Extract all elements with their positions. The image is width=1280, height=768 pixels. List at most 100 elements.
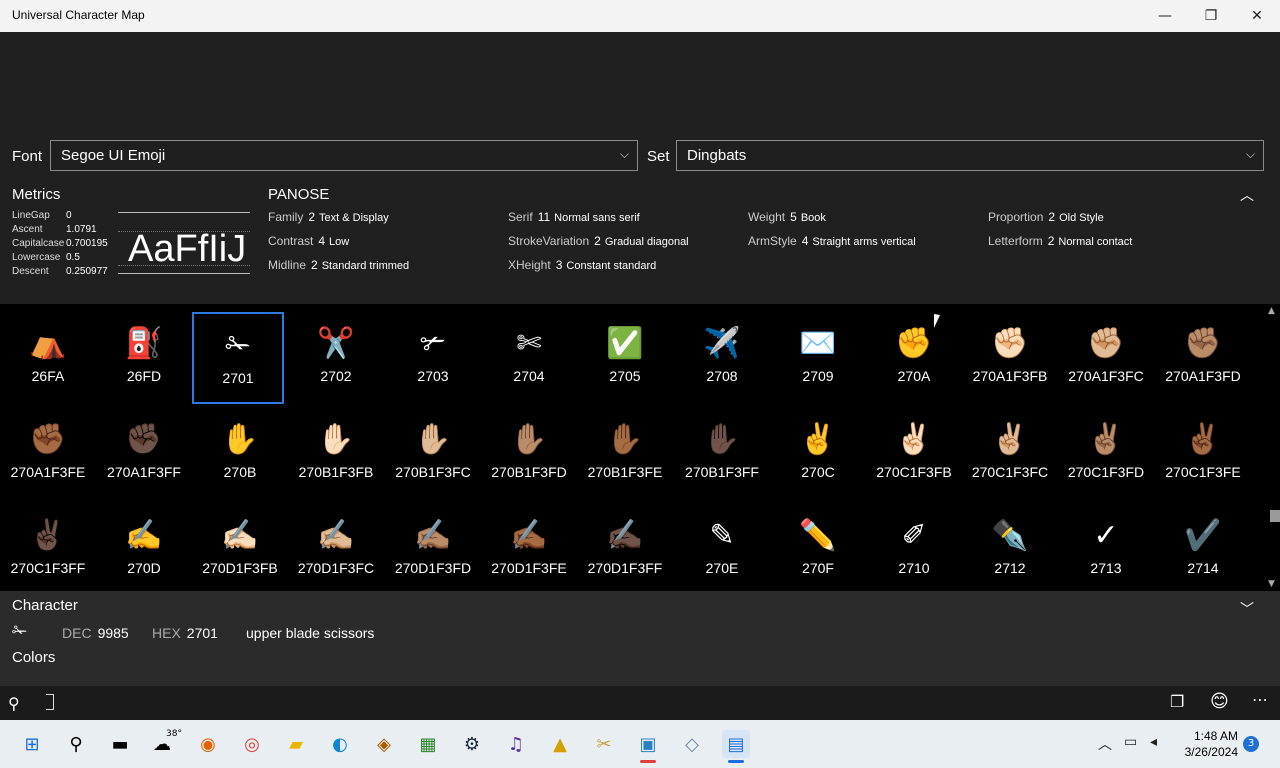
glyph-cell[interactable]: ✋🏾 270B1F3FE bbox=[579, 408, 671, 500]
minimize-button[interactable]: — bbox=[1142, 0, 1188, 32]
character-panel: Character ﹀ ✁ DEC 9985 HEX 2701 upper blad… bbox=[0, 591, 1280, 686]
charmap-app-icon[interactable]: ▤ bbox=[722, 730, 750, 758]
volume-icon[interactable]: ◂ bbox=[1150, 734, 1157, 750]
glyph: ✍🏾 bbox=[510, 518, 548, 553]
more-icon[interactable]: ⋯ bbox=[1252, 690, 1269, 709]
panose-item: Proportion 2 Old Style bbox=[988, 210, 1104, 224]
set-dropdown[interactable]: Dingbats ⌵ bbox=[676, 140, 1264, 171]
glyph-cell[interactable]: ✌🏿 270C1F3FF bbox=[2, 504, 94, 596]
glyph-cell[interactable]: ✌🏻 270C1F3FB bbox=[868, 408, 960, 500]
tray-chevron-icon[interactable]: ︿ bbox=[1098, 734, 1112, 754]
glyph-cell[interactable]: ✅ 2705 bbox=[579, 312, 671, 404]
file-explorer-icon[interactable]: ▰ bbox=[282, 730, 310, 758]
glyph-hex-label: 270B1F3FE bbox=[587, 464, 663, 480]
taskbar-clock[interactable]: 1:48 AM 3/26/2024 bbox=[1176, 728, 1238, 760]
terminal-app-icon[interactable]: ▦ bbox=[414, 730, 442, 758]
glyph-cell[interactable]: ✋🏼 270B1F3FC bbox=[387, 408, 479, 500]
headphones-icon[interactable]: ♫ bbox=[502, 730, 530, 758]
glyph-cell[interactable]: ✈️ 2708 bbox=[676, 312, 768, 404]
glyph-cell[interactable]: ✔️ 2714 bbox=[1157, 504, 1249, 596]
app-triangle-icon[interactable]: ▲ bbox=[546, 730, 574, 758]
glyph-cell[interactable]: ✂️ 2702 bbox=[290, 312, 382, 404]
search-input[interactable] bbox=[46, 694, 54, 710]
glyph-cell[interactable]: ✁ 2701 bbox=[192, 312, 284, 404]
glyph: ✂️ bbox=[317, 326, 355, 361]
panose-item: Weight 5 Book bbox=[748, 210, 826, 224]
metrics-sample-text: AaFfIiJ bbox=[128, 228, 247, 270]
glyph-cell[interactable]: ✌🏼 270C1F3FC bbox=[964, 408, 1056, 500]
glyph-cell[interactable]: ✊ 270A bbox=[868, 312, 960, 404]
glyph-cell[interactable]: ✍️ 270D bbox=[98, 504, 190, 596]
chrome-icon[interactable]: ◎ bbox=[238, 730, 266, 758]
chevron-down-icon[interactable]: ﹀ bbox=[1240, 599, 1254, 619]
steam-icon[interactable]: ⚙ bbox=[458, 730, 486, 758]
map-app-icon[interactable]: ◇ bbox=[678, 730, 706, 758]
glyph-cell[interactable]: ✊🏾 270A1F3FE bbox=[2, 408, 94, 500]
glyph-cell[interactable]: ✎ 270E bbox=[676, 504, 768, 596]
glyph: ✈️ bbox=[703, 326, 741, 361]
panose-item: Contrast 4 Low bbox=[268, 234, 350, 248]
glyph-cell[interactable]: ⛽ 26FD bbox=[98, 312, 190, 404]
glyph-cell[interactable]: ✒️ 2712 bbox=[964, 504, 1056, 596]
glyph-cell[interactable]: ✏️ 270F bbox=[772, 504, 864, 596]
taskbar-search-icon[interactable]: ⚲ bbox=[62, 730, 90, 758]
panose-item: XHeight 3 Constant standard bbox=[508, 258, 657, 272]
glyph-cell[interactable]: ✓ 2713 bbox=[1060, 504, 1152, 596]
metric-row: Ascent 1.0791 bbox=[12, 224, 97, 235]
copy-icon[interactable]: ❐ bbox=[1170, 692, 1184, 711]
notification-badge[interactable]: 3 bbox=[1243, 736, 1259, 752]
network-icon[interactable]: ▭ bbox=[1124, 734, 1137, 750]
character-title: Character bbox=[12, 597, 78, 614]
search-icon[interactable]: ⚲ bbox=[8, 694, 20, 713]
glyph-cell[interactable]: ⛺ 26FA bbox=[2, 312, 94, 404]
monitor-app-icon[interactable]: ▣ bbox=[634, 730, 662, 758]
glyph-hex-label: 270C1F3FD bbox=[1067, 464, 1145, 480]
taskview-icon[interactable]: ▬ bbox=[106, 730, 134, 758]
glyph-cell[interactable]: ✋ 270B bbox=[194, 408, 286, 500]
scroll-up-icon[interactable]: ▲ bbox=[1268, 306, 1275, 316]
glyph-cell[interactable]: ✍🏾 270D1F3FE bbox=[483, 504, 575, 596]
glyph-cell[interactable]: ✊🏻 270A1F3FB bbox=[964, 312, 1056, 404]
eye-app-icon[interactable]: ◈ bbox=[370, 730, 398, 758]
glyph: ✍🏼 bbox=[317, 518, 355, 553]
glyph-cell[interactable]: ✍🏽 270D1F3FD bbox=[387, 504, 479, 596]
glyph-cell[interactable]: ✉️ 2709 bbox=[772, 312, 864, 404]
glyph-cell[interactable]: ✄ 2704 bbox=[483, 312, 575, 404]
glyph-cell[interactable]: ✍🏻 270D1F3FB bbox=[194, 504, 286, 596]
font-dropdown[interactable]: Segoe UI Emoji ⌵ bbox=[50, 140, 638, 171]
glyph-cell[interactable]: ✐ 2710 bbox=[868, 504, 960, 596]
close-button[interactable]: ✕ bbox=[1234, 0, 1280, 32]
grid-scrollbar[interactable]: ▲ ▼ bbox=[1266, 304, 1280, 591]
glyph: ✋ bbox=[221, 422, 259, 457]
colors-label[interactable]: Colors bbox=[12, 649, 55, 666]
glyph-cell[interactable]: ✌️ 270C bbox=[772, 408, 864, 500]
scroll-down-icon[interactable]: ▼ bbox=[1268, 579, 1275, 589]
glyph: ✊🏼 bbox=[1087, 326, 1125, 361]
chevron-up-icon[interactable]: ︿ bbox=[1240, 185, 1254, 205]
glyph-cell[interactable]: ✃ 2703 bbox=[387, 312, 479, 404]
glyph-cell[interactable]: ✌🏾 270C1F3FE bbox=[1157, 408, 1249, 500]
glyph-cell[interactable]: ✌🏽 270C1F3FD bbox=[1060, 408, 1152, 500]
panose-item: ArmStyle 4 Straight arms vertical bbox=[748, 234, 916, 248]
kitchen-app-icon[interactable]: ✂ bbox=[590, 730, 618, 758]
panose-title: PANOSE bbox=[268, 186, 330, 203]
clock-time: 1:48 AM bbox=[1193, 729, 1238, 743]
glyph-cell[interactable]: ✋🏿 270B1F3FF bbox=[676, 408, 768, 500]
firefox-icon[interactable]: ◉ bbox=[194, 730, 222, 758]
chevron-down-icon: ⌵ bbox=[619, 147, 629, 161]
edge-icon[interactable]: ◐ bbox=[326, 730, 354, 758]
glyph: ⛺ bbox=[29, 326, 67, 361]
glyph: ✌🏼 bbox=[991, 422, 1029, 457]
glyph-cell[interactable]: ✋🏻 270B1F3FB bbox=[290, 408, 382, 500]
scroll-thumb[interactable] bbox=[1270, 510, 1280, 522]
glyph-cell[interactable]: ✊🏼 270A1F3FC bbox=[1060, 312, 1152, 404]
glyph-cell[interactable]: ✍🏿 270D1F3FF bbox=[579, 504, 671, 596]
glyph: ✒️ bbox=[991, 518, 1029, 553]
glyph-cell[interactable]: ✊🏿 270A1F3FF bbox=[98, 408, 190, 500]
emoji-icon[interactable]: 😊 bbox=[1210, 691, 1229, 712]
glyph-cell[interactable]: ✋🏽 270B1F3FD bbox=[483, 408, 575, 500]
start-icon[interactable]: ⊞ bbox=[18, 730, 46, 758]
maximize-button[interactable]: ❐ bbox=[1188, 0, 1234, 32]
glyph-cell[interactable]: ✍🏼 270D1F3FC bbox=[290, 504, 382, 596]
glyph-cell[interactable]: ✊🏽 270A1F3FD bbox=[1157, 312, 1249, 404]
